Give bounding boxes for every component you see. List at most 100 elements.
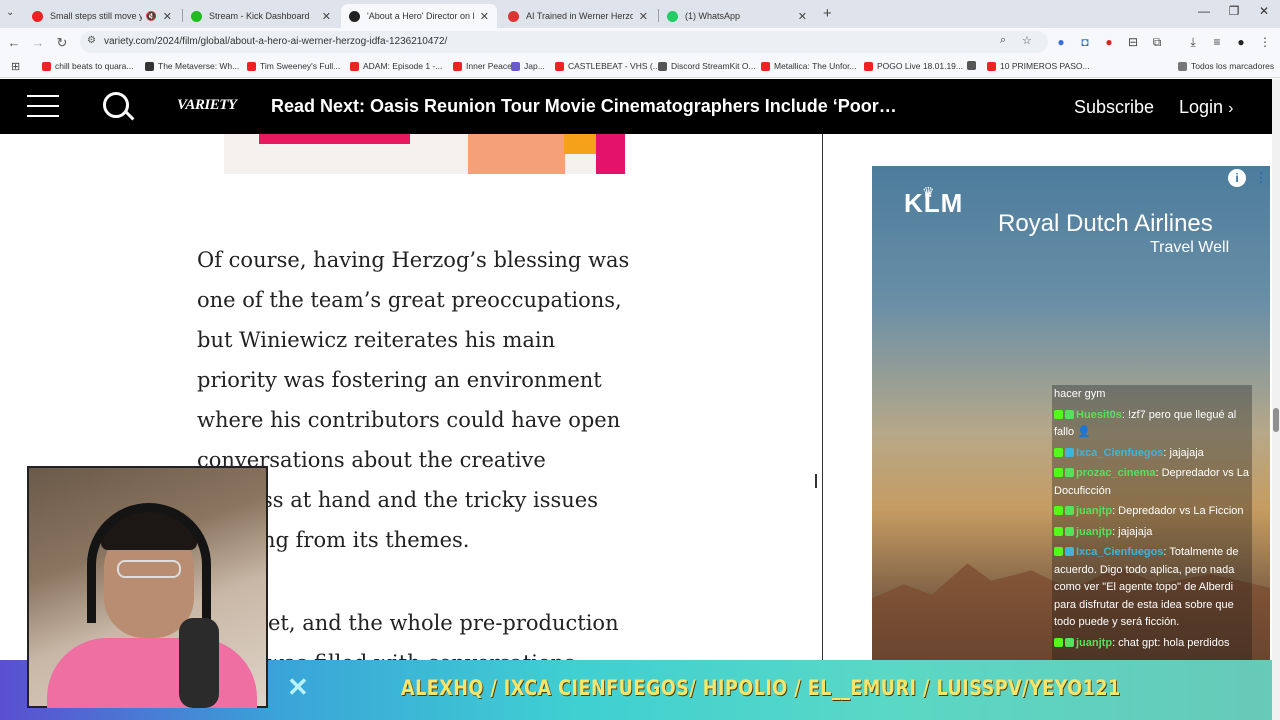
sub-badge-icon <box>1065 506 1074 515</box>
bookmark-item[interactable]: Discord StreamKit O... <box>658 61 756 71</box>
extension-icon[interactable]: ◘ <box>1077 35 1093 49</box>
browser-tab[interactable]: Small steps still move you f 🔇 ✕ <box>24 4 180 28</box>
ad-info-icon[interactable]: i <box>1228 169 1246 187</box>
webcam-overlay <box>27 466 268 708</box>
bookmark-item[interactable]: ADAM: Episode 1 -... <box>350 61 442 71</box>
bookmark-item[interactable]: Inner Peace <box>453 61 512 71</box>
bookmark-item[interactable]: chill beats to quara... <box>42 61 133 71</box>
tab-audio-icon[interactable]: 🔇 <box>146 11 157 22</box>
browser-tab[interactable]: (1) WhatsApp ✕ <box>659 4 815 28</box>
reload-icon[interactable]: ↻ <box>54 35 70 51</box>
chat-message: Ixca_Cienfuegos: Totalmente de acuerdo. … <box>1054 544 1250 632</box>
extensions-puzzle-icon[interactable]: ⧉ <box>1149 35 1165 50</box>
sub-badge-icon <box>1065 526 1074 536</box>
kick-badge-icon <box>1054 637 1063 647</box>
tab-close-icon[interactable]: ✕ <box>798 10 807 23</box>
chat-message: Ixca_Cienfuegos: jajajaja <box>1054 445 1250 463</box>
zoom-icon[interactable]: ⌕ <box>1000 34 1006 47</box>
article-line: et, and the whole pre-production <box>268 611 619 635</box>
tab-title: Stream - Kick Dashboard <box>209 11 310 21</box>
bookmark-item[interactable]: Jap... <box>511 61 545 71</box>
tab-close-icon[interactable]: ✕ <box>480 10 489 23</box>
back-icon[interactable]: ← <box>6 35 22 50</box>
bookmark-favicon-icon <box>511 61 520 71</box>
ad-menu-icon[interactable]: ⋮ <box>1252 169 1270 187</box>
bookmark-item[interactable]: CASTLEBEAT - VHS (... <box>555 61 660 71</box>
tab-search-icon[interactable]: ⌄ <box>6 7 14 18</box>
chat-text: : chat gpt: hola perdidos <box>1112 636 1230 649</box>
browser-toolbar: ← → ↻ ⚙ variety.com/2024/film/global/abo… <box>0 28 1280 56</box>
profile-avatar-icon[interactable]: ● <box>1233 35 1249 49</box>
bookmark-label: Tim Sweeney's Full... <box>260 61 341 71</box>
tab-title: 'About a Hero' Director on His <box>367 11 474 21</box>
sub-badge-icon <box>1065 447 1074 457</box>
chat-username[interactable]: Ixca_Cienfuegos <box>1076 546 1163 558</box>
stream-chat-overlay: hacer gym Huesit0s: !zf7 pero que llegué… <box>1052 385 1252 690</box>
chat-username[interactable]: Ixca_Cienfuegos <box>1076 447 1163 459</box>
browser-tab[interactable]: AI Trained in Werner Herzog W ✕ <box>500 4 656 28</box>
tab-close-icon[interactable]: ✕ <box>163 10 172 23</box>
close-window-button[interactable]: ✕ <box>1254 4 1274 18</box>
maximize-button[interactable]: ❐ <box>1224 4 1244 18</box>
article-line: but Winiewicz reiterates his main <box>197 328 556 352</box>
tab-favicon-icon <box>349 10 360 22</box>
address-bar[interactable]: ⚙ variety.com/2024/film/global/about-a-h… <box>80 31 1048 53</box>
site-info-icon[interactable]: ⚙ <box>87 35 96 46</box>
page-scrollbar[interactable] <box>1272 79 1280 720</box>
klm-crown-icon: ♛ <box>922 184 935 200</box>
chat-username[interactable]: prozac_cinema <box>1076 467 1155 479</box>
hamburger-menu-icon[interactable] <box>27 95 59 118</box>
bookmark-label: Metallica: The Unfor... <box>774 61 857 71</box>
close-icon: ✕ <box>287 672 309 702</box>
bookmark-favicon-icon <box>864 61 873 71</box>
bookmark-item[interactable]: POGO Live 18.01.19... <box>864 61 963 71</box>
media-icon[interactable]: ≡ <box>1209 35 1225 49</box>
bookmark-item[interactable]: Tim Sweeney's Full... <box>247 61 340 71</box>
scrollbar-thumb[interactable] <box>1273 408 1279 432</box>
chat-username[interactable]: juanjtp <box>1076 505 1112 517</box>
chat-message: Huesit0s: !zf7 pero que llegué al fallo … <box>1054 407 1250 442</box>
subscribe-link[interactable]: Subscribe <box>1074 97 1154 118</box>
chat-username[interactable]: Huesit0s <box>1076 409 1122 421</box>
extension-icon[interactable]: ● <box>1053 35 1069 49</box>
bookmark-item[interactable]: Todos los marcadores <box>1178 61 1274 71</box>
chat-text: : jajajaja <box>1112 525 1153 538</box>
browser-tab[interactable]: 'About a Hero' Director on His ✕ <box>341 4 497 28</box>
minimize-button[interactable]: — <box>1194 4 1214 18</box>
article-image-bottom <box>224 134 625 174</box>
bookmark-item[interactable] <box>967 61 980 70</box>
download-icon[interactable]: ⤓ <box>1185 35 1201 50</box>
tab-close-icon[interactable]: ✕ <box>322 10 331 23</box>
kick-badge-icon <box>1054 447 1063 457</box>
read-next-link[interactable]: Read Next: Oasis Reunion Tour Movie Cine… <box>271 96 897 117</box>
folder-icon <box>1178 61 1187 71</box>
site-header: VARIETY Read Next: Oasis Reunion Tour Mo… <box>0 79 1272 134</box>
sub-badge-icon <box>1065 409 1074 419</box>
chat-username[interactable]: juanjtp <box>1076 526 1112 538</box>
chat-text: : Totalmente de acuerdo. Digo todo aplic… <box>1054 546 1239 628</box>
tab-close-icon[interactable]: ✕ <box>639 10 648 23</box>
tab-favicon-icon <box>508 10 519 22</box>
extension-icon[interactable]: ⊟ <box>1125 35 1141 49</box>
bookmark-label: ADAM: Episode 1 -... <box>363 61 443 71</box>
chat-username[interactable]: juanjtp <box>1076 637 1112 649</box>
menu-icon[interactable]: ⋮ <box>1257 35 1273 49</box>
login-link[interactable]: Login › <box>1179 97 1233 118</box>
bookmark-item[interactable]: 10 PRIMEROS PASO... <box>987 61 1090 71</box>
apps-grid-icon[interactable]: ⊞ <box>11 60 20 73</box>
new-tab-button[interactable]: + <box>823 5 832 22</box>
article-line: priority was fostering an environment <box>197 368 602 392</box>
ad-slogan: Travel Well <box>1150 239 1230 256</box>
bookmark-label: Discord StreamKit O... <box>671 61 756 71</box>
sub-badge-icon <box>1065 547 1074 556</box>
bookmark-item[interactable]: Metallica: The Unfor... <box>761 61 857 71</box>
variety-logo[interactable]: VARIETY <box>177 97 237 114</box>
bookmark-label: POGO Live 18.01.19... <box>877 61 963 71</box>
bookmark-star-icon[interactable]: ☆ <box>1022 34 1032 47</box>
bookmark-item[interactable]: The Metaverse: Wh... <box>145 61 239 71</box>
kick-badge-icon <box>1054 409 1063 419</box>
sub-badge-icon <box>1065 637 1074 647</box>
forward-icon[interactable]: → <box>30 35 46 50</box>
extension-icon[interactable]: ● <box>1101 35 1117 49</box>
browser-tab[interactable]: Stream - Kick Dashboard ✕ <box>183 4 339 28</box>
